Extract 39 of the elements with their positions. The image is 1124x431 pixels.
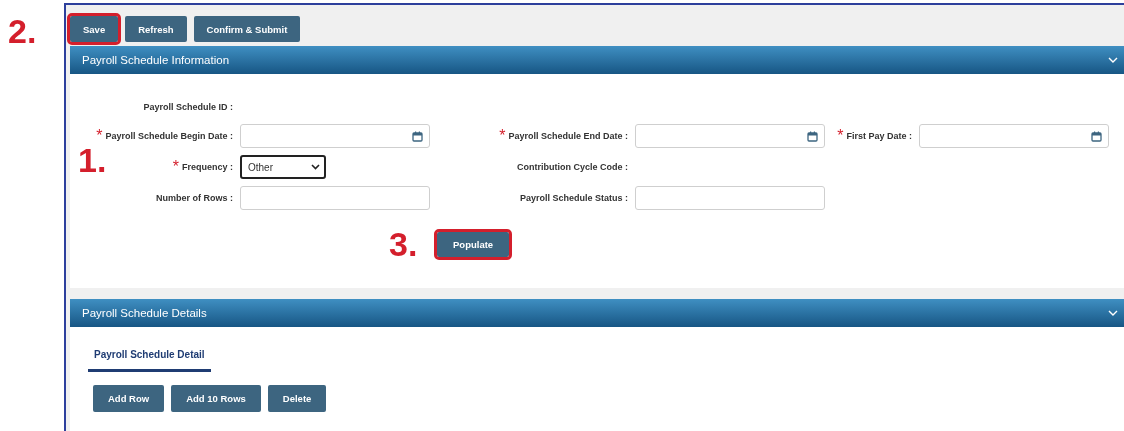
field-label: Frequency :: [182, 162, 233, 172]
field-label: Payroll Schedule Begin Date :: [105, 131, 233, 141]
select-field[interactable]: Other: [240, 155, 326, 179]
text-field[interactable]: [240, 186, 430, 210]
date-field[interactable]: [240, 124, 430, 148]
chevron-icon: [1108, 57, 1118, 63]
toolbar-button[interactable]: Confirm & Submit: [193, 16, 301, 42]
toolbar-button[interactable]: Refresh: [125, 16, 187, 42]
field-label: Number of Rows :: [156, 193, 233, 203]
field-label: Payroll Schedule End Date :: [508, 131, 628, 141]
required-mark: *: [499, 127, 506, 145]
text-field[interactable]: [635, 186, 825, 210]
required-mark: *: [172, 158, 179, 176]
required-mark: *: [96, 127, 103, 145]
toolbar-button[interactable]: Save: [70, 16, 119, 42]
section-header[interactable]: Payroll Schedule Details: [70, 299, 1124, 327]
required-mark: *: [837, 127, 844, 145]
tab[interactable]: Payroll Schedule Detail: [88, 341, 211, 372]
calendar-icon: [807, 130, 818, 142]
chevron-icon: [311, 164, 320, 170]
field-label: First Pay Date :: [846, 131, 912, 141]
field-label: Contribution Cycle Code :: [517, 162, 628, 172]
grid-button[interactable]: Add 10 Rows: [171, 385, 261, 412]
step-number: 3.: [389, 227, 418, 261]
grid-button[interactable]: Delete: [267, 385, 327, 412]
section-header[interactable]: Payroll Schedule Information: [70, 46, 1124, 74]
step-number: 1.: [78, 143, 107, 177]
calendar-icon: [1091, 130, 1102, 142]
field-label: Payroll Schedule Status :: [519, 193, 628, 203]
field-label: Payroll Schedule ID :: [143, 102, 233, 112]
grid-button[interactable]: Add Row: [93, 385, 165, 412]
step-number: 2.: [8, 14, 37, 48]
calendar-icon: [412, 130, 423, 142]
populate-button[interactable]: Populate: [437, 232, 510, 257]
section-title: Payroll Schedule Information: [82, 54, 230, 66]
chevron-icon: [1108, 310, 1118, 316]
section-title: Payroll Schedule Details: [82, 307, 207, 319]
date-field[interactable]: [635, 124, 825, 148]
date-field[interactable]: [919, 124, 1109, 148]
